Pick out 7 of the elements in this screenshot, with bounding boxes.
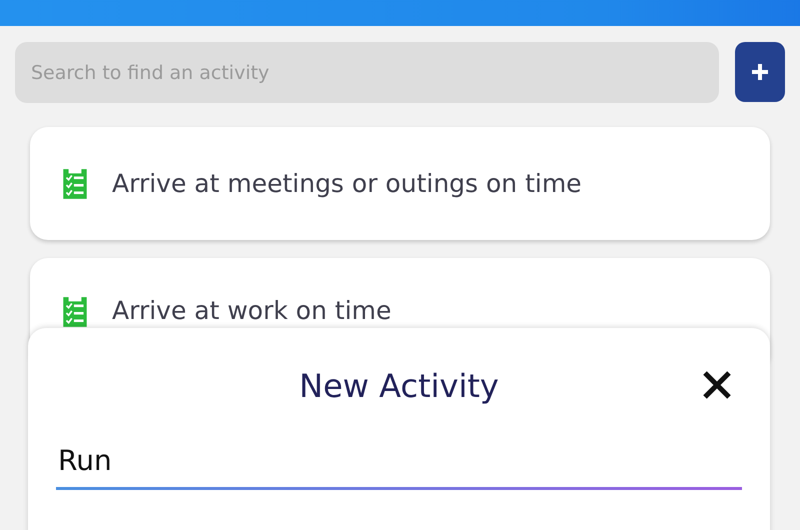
checklist-icon [62,168,88,200]
activity-title: Arrive at meetings or outings on time [112,169,582,198]
activity-title: Arrive at work on time [112,296,392,325]
plus-icon [750,62,770,82]
add-button[interactable] [735,42,785,102]
search-field[interactable]: Search to find an activity [15,42,719,103]
activity-card[interactable]: Arrive at meetings or outings on time [30,127,770,240]
